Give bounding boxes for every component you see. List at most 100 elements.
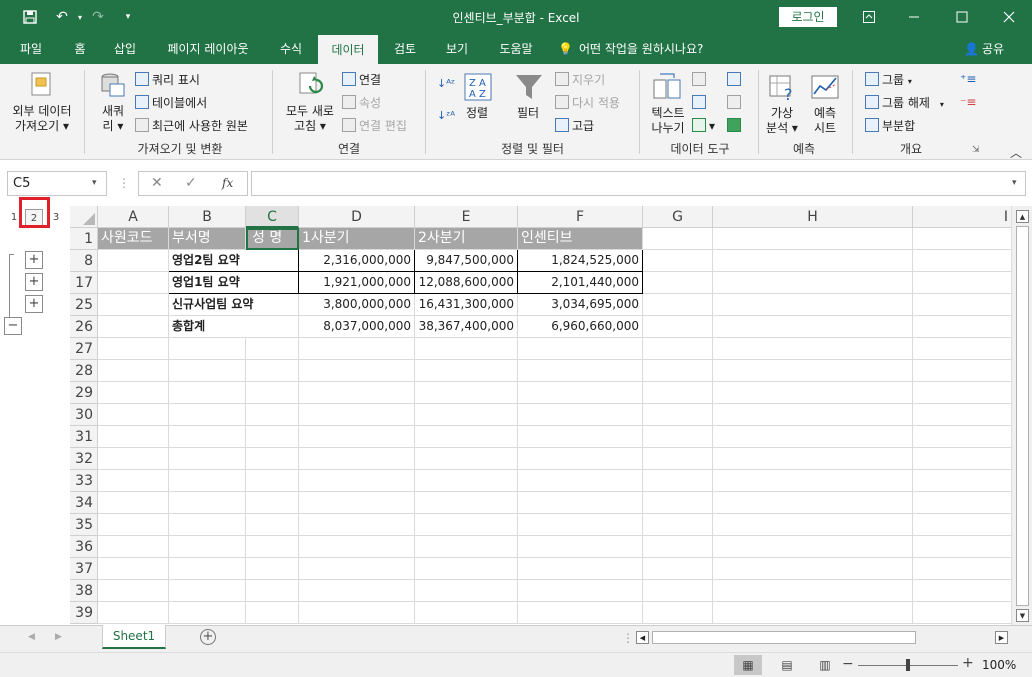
row-header[interactable]: 39 bbox=[70, 602, 98, 624]
cell[interactable] bbox=[98, 470, 169, 492]
header-cell-employee-code[interactable]: 사원코드 bbox=[98, 228, 169, 250]
cell[interactable] bbox=[246, 536, 299, 558]
undo-icon[interactable]: ↶ bbox=[50, 6, 74, 28]
cell[interactable] bbox=[643, 470, 713, 492]
row-header[interactable]: 34 bbox=[70, 492, 98, 514]
header-cell-department[interactable]: 부서명 bbox=[169, 228, 246, 250]
cell[interactable] bbox=[713, 448, 913, 470]
advanced-filter-button[interactable]: 고급 bbox=[555, 118, 594, 134]
cell[interactable] bbox=[913, 492, 1011, 514]
row-header[interactable]: 28 bbox=[70, 360, 98, 382]
cell[interactable] bbox=[643, 492, 713, 514]
cell[interactable] bbox=[518, 360, 643, 382]
cell[interactable] bbox=[913, 426, 1011, 448]
cell[interactable] bbox=[643, 448, 713, 470]
q2-cell[interactable]: 16,431,300,000 bbox=[415, 294, 518, 316]
tab-file[interactable]: 파일 bbox=[12, 34, 50, 64]
undo-dropdown-icon[interactable]: ▾ bbox=[74, 6, 86, 28]
cell[interactable] bbox=[415, 536, 518, 558]
cell[interactable] bbox=[713, 426, 913, 448]
vertical-scrollbar[interactable]: ▲ ▼ bbox=[1011, 206, 1032, 625]
cell[interactable] bbox=[169, 558, 246, 580]
row-header[interactable]: 35 bbox=[70, 514, 98, 536]
cell[interactable] bbox=[643, 536, 713, 558]
cell[interactable] bbox=[415, 580, 518, 602]
cell[interactable] bbox=[913, 536, 1011, 558]
cell[interactable] bbox=[713, 382, 913, 404]
row-header[interactable]: 38 bbox=[70, 580, 98, 602]
select-all-corner[interactable] bbox=[70, 206, 98, 228]
close-icon[interactable] bbox=[993, 4, 1025, 30]
cell[interactable] bbox=[415, 514, 518, 536]
scroll-up-icon[interactable]: ▲ bbox=[1016, 210, 1029, 223]
cell[interactable] bbox=[98, 360, 169, 382]
incentive-cell[interactable]: 1,824,525,000 bbox=[518, 250, 643, 272]
cell[interactable] bbox=[299, 580, 415, 602]
incentive-cell[interactable]: 6,960,660,000 bbox=[518, 316, 643, 338]
cell[interactable] bbox=[415, 404, 518, 426]
edit-links-button[interactable]: 연결 편집 bbox=[342, 118, 407, 134]
text-to-columns-button[interactable]: 텍스트 나누기 bbox=[649, 106, 687, 136]
cell[interactable] bbox=[713, 470, 913, 492]
cell[interactable] bbox=[913, 228, 1011, 250]
cell[interactable] bbox=[169, 470, 246, 492]
row-header[interactable]: 1 bbox=[70, 228, 98, 250]
q1-cell[interactable]: 2,316,000,000 bbox=[299, 250, 415, 272]
cell[interactable] bbox=[518, 404, 643, 426]
hide-detail-icon[interactable]: ⁻≡ bbox=[960, 95, 976, 110]
cell[interactable] bbox=[299, 448, 415, 470]
cell[interactable] bbox=[246, 470, 299, 492]
expand-row-25-button[interactable]: + bbox=[25, 295, 43, 313]
cell[interactable] bbox=[246, 602, 299, 624]
tab-home[interactable]: 홈 bbox=[64, 34, 96, 64]
consolidate-icon[interactable] bbox=[727, 72, 744, 88]
cell[interactable] bbox=[299, 536, 415, 558]
horizontal-scroll-thumb[interactable] bbox=[652, 631, 916, 644]
cell[interactable] bbox=[643, 580, 713, 602]
cell[interactable] bbox=[713, 338, 913, 360]
column-header-e[interactable]: E bbox=[415, 206, 518, 228]
remove-duplicates-icon[interactable] bbox=[692, 95, 709, 111]
properties-button[interactable]: 속성 bbox=[342, 95, 381, 111]
cell[interactable] bbox=[913, 580, 1011, 602]
q2-cell[interactable]: 9,847,500,000 bbox=[415, 250, 518, 272]
page-layout-view-icon[interactable]: ▤ bbox=[773, 655, 801, 675]
subtotal-button[interactable]: 부분합 bbox=[865, 118, 915, 134]
tab-help[interactable]: 도움말 bbox=[488, 34, 544, 64]
zoom-out-icon[interactable]: − bbox=[842, 656, 854, 672]
cell[interactable] bbox=[415, 426, 518, 448]
cell[interactable] bbox=[299, 426, 415, 448]
minimize-icon[interactable] bbox=[898, 4, 930, 30]
header-cell-q1[interactable]: 1사분기 bbox=[299, 228, 415, 250]
cell[interactable] bbox=[518, 558, 643, 580]
recent-sources-button[interactable]: 최근에 사용한 원본 bbox=[135, 118, 248, 134]
cell[interactable] bbox=[98, 250, 169, 272]
sort-descending-icon[interactable]: ↓ᶻᴬ bbox=[437, 108, 455, 123]
cell[interactable] bbox=[169, 426, 246, 448]
cell[interactable] bbox=[415, 360, 518, 382]
cell[interactable] bbox=[246, 382, 299, 404]
from-table-button[interactable]: 테이블에서 bbox=[135, 95, 207, 111]
cell[interactable] bbox=[246, 426, 299, 448]
scroll-down-icon[interactable]: ▼ bbox=[1016, 609, 1029, 622]
cell[interactable] bbox=[415, 448, 518, 470]
cancel-x-icon[interactable]: ✕ bbox=[151, 175, 163, 191]
column-header-c[interactable]: C bbox=[246, 206, 299, 228]
cell[interactable] bbox=[98, 514, 169, 536]
row-header[interactable]: 33 bbox=[70, 470, 98, 492]
cell[interactable] bbox=[518, 536, 643, 558]
dept-summary-cell[interactable]: 신규사업팀 요약 bbox=[169, 294, 299, 316]
cell[interactable] bbox=[169, 382, 246, 404]
cell[interactable] bbox=[913, 294, 1011, 316]
cell[interactable] bbox=[518, 448, 643, 470]
cell[interactable] bbox=[643, 602, 713, 624]
row-header[interactable]: 30 bbox=[70, 404, 98, 426]
zoom-slider-thumb[interactable] bbox=[906, 659, 910, 671]
cell[interactable] bbox=[713, 492, 913, 514]
share-button[interactable]: 👤 공유 bbox=[964, 34, 1004, 64]
group-button[interactable]: 그룹 ▾ bbox=[865, 72, 912, 89]
scroll-right-icon[interactable]: ▶ bbox=[995, 631, 1008, 644]
cell[interactable] bbox=[98, 382, 169, 404]
collapse-row-26-button[interactable]: − bbox=[4, 317, 22, 335]
cell[interactable] bbox=[169, 580, 246, 602]
